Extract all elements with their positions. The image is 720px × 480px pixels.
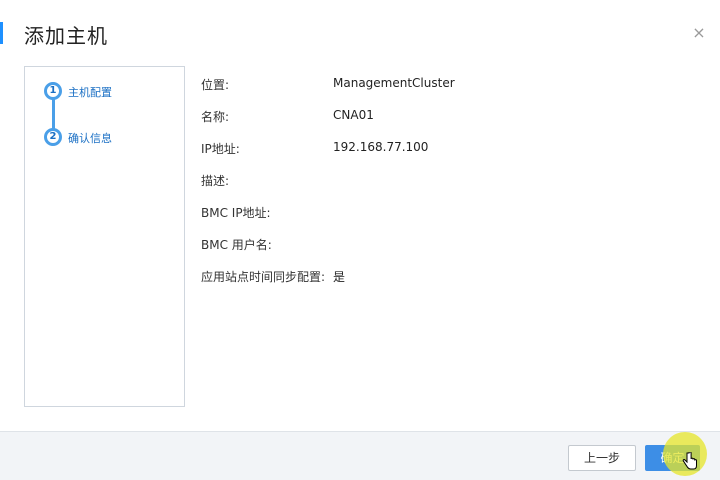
info-label: 位置: <box>201 78 230 92</box>
step-number-badge: 1 <box>44 82 62 100</box>
confirm-info-list: 位置: ManagementCluster 名称: CNA01 IP地址: 19… <box>201 74 701 298</box>
step-label: 主机配置 <box>68 86 112 99</box>
close-icon[interactable]: × <box>692 25 706 41</box>
info-row-bmc-ip: BMC IP地址: <box>201 202 701 234</box>
info-value: ManagementCluster <box>333 76 455 90</box>
info-row-ip: IP地址: 192.168.77.100 <box>201 138 701 170</box>
info-label: 应用站点时间同步配置: <box>201 270 326 284</box>
step-confirm-info[interactable]: 2 确认信息 <box>44 128 174 148</box>
add-host-dialog: 添加主机 × 1 主机配置 2 确认信息 位置: ManagementClust… <box>0 0 720 480</box>
info-row-time-sync: 应用站点时间同步配置: 是 <box>201 266 701 298</box>
info-row-bmc-user: BMC 用户名: <box>201 234 701 266</box>
dialog-header: 添加主机 × <box>0 18 720 50</box>
confirm-button[interactable]: 确定 <box>645 445 700 471</box>
info-label: BMC IP地址: <box>201 206 271 220</box>
wizard-steps-panel: 1 主机配置 2 确认信息 <box>24 66 185 407</box>
info-label: BMC 用户名: <box>201 238 272 252</box>
dialog-footer: 上一步 确定 <box>0 431 720 480</box>
step-number-badge: 2 <box>44 128 62 146</box>
title-accent-bar <box>0 22 3 44</box>
info-label: IP地址: <box>201 142 240 156</box>
previous-step-button[interactable]: 上一步 <box>568 445 636 471</box>
info-value: 192.168.77.100 <box>333 140 429 154</box>
info-label: 描述: <box>201 174 230 188</box>
step-label: 确认信息 <box>68 132 112 145</box>
dialog-title: 添加主机 <box>24 24 108 48</box>
info-label: 名称: <box>201 110 230 124</box>
info-value: 是 <box>333 270 346 284</box>
info-value: CNA01 <box>333 108 374 122</box>
info-row-location: 位置: ManagementCluster <box>201 74 701 106</box>
info-row-name: 名称: CNA01 <box>201 106 701 138</box>
step-host-config[interactable]: 1 主机配置 <box>44 82 174 102</box>
info-row-description: 描述: <box>201 170 701 202</box>
